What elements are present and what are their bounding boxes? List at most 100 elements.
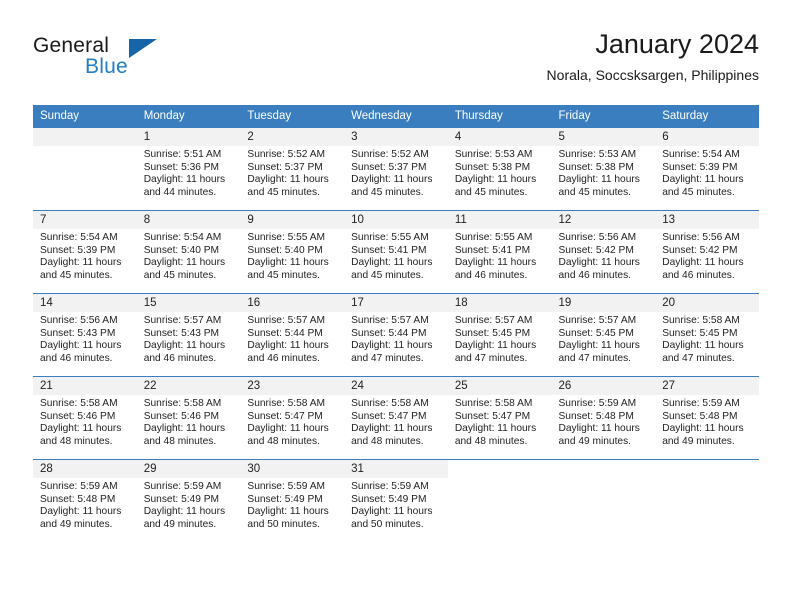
sunset-text: Sunset: 5:45 PM bbox=[558, 327, 634, 339]
day-cell-inner: 16 Sunrise: 5:57 AM Sunset: 5:44 PM Dayligh… bbox=[240, 294, 345, 376]
calendar-day-cell[interactable] bbox=[551, 459, 656, 542]
calendar-week-row: 1 Sunrise: 5:51 AM Sunset: 5:36 PM Daylight… bbox=[33, 127, 759, 211]
calendar-day-cell[interactable]: 24 Sunrise: 5:58 AM Sunset: 5:47 PM Dayligh… bbox=[344, 376, 448, 460]
sunrise-text: Sunrise: 5:55 AM bbox=[351, 232, 429, 243]
day-number: 31 bbox=[344, 460, 448, 478]
day-details: Sunrise: 5:54 AM Sunset: 5:39 PM Daylight:… bbox=[33, 229, 137, 282]
day-number: 21 bbox=[33, 377, 137, 395]
day-cell-inner: 28 Sunrise: 5:59 AM Sunset: 5:48 PM Dayligh… bbox=[33, 460, 137, 542]
calendar-day-cell[interactable] bbox=[655, 459, 759, 542]
calendar-week-row: 14 Sunrise: 5:56 AM Sunset: 5:43 PM Dayligh… bbox=[33, 293, 759, 377]
page-title: January 2024 bbox=[595, 29, 759, 59]
day-cell-inner: 1 Sunrise: 5:51 AM Sunset: 5:36 PM Daylight… bbox=[136, 128, 241, 210]
day-number: 28 bbox=[33, 460, 137, 478]
day-number: 15 bbox=[136, 294, 241, 312]
weekday-monday: Monday bbox=[136, 105, 241, 128]
sunset-text: Sunset: 5:45 PM bbox=[454, 327, 531, 339]
day-number: 13 bbox=[655, 211, 759, 229]
calendar-day-cell[interactable]: 28 Sunrise: 5:59 AM Sunset: 5:48 PM Dayligh… bbox=[33, 459, 137, 542]
daylight-text-line1: Daylight: 11 hours bbox=[454, 174, 537, 186]
calendar-day-cell[interactable]: 27 Sunrise: 5:59 AM Sunset: 5:48 PM Dayligh… bbox=[655, 376, 759, 460]
day-details: Sunrise: 5:53 AM Sunset: 5:38 PM Daylight:… bbox=[448, 146, 552, 199]
calendar-day-cell[interactable]: 2 Sunrise: 5:52 AM Sunset: 5:37 PM Daylight… bbox=[240, 127, 345, 211]
sunset-text: Sunset: 5:48 PM bbox=[558, 410, 634, 422]
sunrise-text: Sunrise: 5:56 AM bbox=[40, 315, 118, 326]
daylight-text-line2: and 45 minutes. bbox=[558, 186, 632, 198]
weekday-tuesday: Tuesday bbox=[240, 105, 345, 128]
calendar-day-cell[interactable]: 13 Sunrise: 5:56 AM Sunset: 5:42 PM Dayligh… bbox=[655, 210, 759, 294]
day-cell-inner: 7 Sunrise: 5:54 AM Sunset: 5:39 PM Daylight… bbox=[33, 211, 137, 293]
generalblue-logo[interactable]: General Blue bbox=[33, 34, 233, 86]
calendar-day-cell[interactable]: 19 Sunrise: 5:57 AM Sunset: 5:45 PM Dayligh… bbox=[551, 293, 656, 377]
daylight-text-line2: and 46 minutes. bbox=[143, 352, 217, 364]
calendar-day-cell[interactable]: 6 Sunrise: 5:54 AM Sunset: 5:39 PM Daylight… bbox=[655, 127, 759, 211]
calendar-day-cell[interactable]: 23 Sunrise: 5:58 AM Sunset: 5:47 PM Dayligh… bbox=[240, 376, 345, 460]
calendar-day-cell[interactable]: 1 Sunrise: 5:51 AM Sunset: 5:36 PM Daylight… bbox=[136, 127, 241, 211]
day-details: Sunrise: 5:59 AM Sunset: 5:49 PM Daylight:… bbox=[240, 478, 344, 531]
sunrise-text: Sunrise: 5:52 AM bbox=[247, 149, 325, 160]
daylight-text-line2: and 49 minutes. bbox=[662, 435, 735, 447]
calendar-day-cell[interactable]: 22 Sunrise: 5:58 AM Sunset: 5:46 PM Dayligh… bbox=[136, 376, 241, 460]
daylight-text-line1: Daylight: 11 hours bbox=[454, 340, 537, 352]
day-number: 29 bbox=[136, 460, 241, 478]
calendar-day-cell[interactable]: 12 Sunrise: 5:56 AM Sunset: 5:42 PM Dayligh… bbox=[551, 210, 656, 294]
calendar-day-cell[interactable]: 30 Sunrise: 5:59 AM Sunset: 5:49 PM Dayligh… bbox=[240, 459, 345, 542]
daylight-text-line2: and 46 minutes. bbox=[247, 352, 320, 364]
sunset-text: Sunset: 5:43 PM bbox=[40, 327, 116, 339]
day-details: Sunrise: 5:54 AM Sunset: 5:39 PM Daylight:… bbox=[655, 146, 759, 199]
daylight-text-line2: and 50 minutes. bbox=[351, 518, 424, 530]
calendar-day-cell[interactable] bbox=[447, 459, 552, 542]
sunset-text: Sunset: 5:45 PM bbox=[662, 327, 738, 339]
weekday-friday: Friday bbox=[551, 105, 656, 128]
calendar-day-cell[interactable]: 17 Sunrise: 5:57 AM Sunset: 5:44 PM Dayligh… bbox=[344, 293, 448, 377]
calendar-day-cell[interactable]: 31 Sunrise: 5:59 AM Sunset: 5:49 PM Dayligh… bbox=[344, 459, 448, 542]
calendar-day-cell[interactable]: 11 Sunrise: 5:55 AM Sunset: 5:41 PM Dayligh… bbox=[447, 210, 552, 294]
daylight-text-line2: and 45 minutes. bbox=[662, 186, 735, 198]
daylight-text-line1: Daylight: 11 hours bbox=[40, 506, 122, 518]
calendar-day-cell[interactable]: 14 Sunrise: 5:56 AM Sunset: 5:43 PM Dayligh… bbox=[33, 293, 137, 377]
calendar-day-cell[interactable]: 4 Sunrise: 5:53 AM Sunset: 5:38 PM Daylight… bbox=[447, 127, 552, 211]
calendar-day-cell[interactable]: 7 Sunrise: 5:54 AM Sunset: 5:39 PM Daylight… bbox=[33, 210, 137, 294]
calendar-day-cell[interactable]: 18 Sunrise: 5:57 AM Sunset: 5:45 PM Dayligh… bbox=[447, 293, 552, 377]
calendar-day-cell[interactable]: 26 Sunrise: 5:59 AM Sunset: 5:48 PM Dayligh… bbox=[551, 376, 656, 460]
calendar-day-cell[interactable]: 8 Sunrise: 5:54 AM Sunset: 5:40 PM Daylight… bbox=[136, 210, 241, 294]
calendar-day-cell[interactable]: 10 Sunrise: 5:55 AM Sunset: 5:41 PM Dayligh… bbox=[344, 210, 448, 294]
calendar-day-cell[interactable]: 25 Sunrise: 5:58 AM Sunset: 5:47 PM Dayligh… bbox=[447, 376, 552, 460]
calendar-day-cell[interactable]: 29 Sunrise: 5:59 AM Sunset: 5:49 PM Dayligh… bbox=[136, 459, 241, 542]
daylight-text-line2: and 45 minutes. bbox=[143, 269, 217, 281]
day-number: 18 bbox=[447, 294, 552, 312]
day-cell-inner: 13 Sunrise: 5:56 AM Sunset: 5:42 PM Dayligh… bbox=[655, 211, 759, 293]
sunrise-text: Sunrise: 5:58 AM bbox=[662, 315, 740, 326]
sunrise-text: Sunrise: 5:59 AM bbox=[351, 481, 429, 492]
calendar-day-cell[interactable]: 20 Sunrise: 5:58 AM Sunset: 5:45 PM Dayligh… bbox=[655, 293, 759, 377]
day-details: Sunrise: 5:55 AM Sunset: 5:41 PM Daylight:… bbox=[448, 229, 552, 282]
sunset-text: Sunset: 5:49 PM bbox=[351, 493, 427, 505]
sunrise-text: Sunrise: 5:53 AM bbox=[454, 149, 533, 160]
daylight-text-line1: Daylight: 11 hours bbox=[558, 257, 640, 269]
daylight-text-line1: Daylight: 11 hours bbox=[351, 423, 433, 435]
day-number: 7 bbox=[33, 211, 137, 229]
sunset-text: Sunset: 5:47 PM bbox=[454, 410, 531, 422]
calendar-day-cell[interactable]: 3 Sunrise: 5:52 AM Sunset: 5:37 PM Daylight… bbox=[344, 127, 448, 211]
sunrise-text: Sunrise: 5:54 AM bbox=[40, 232, 118, 243]
day-number: 4 bbox=[447, 128, 552, 146]
day-cell-inner: 11 Sunrise: 5:55 AM Sunset: 5:41 PM Dayligh… bbox=[447, 211, 552, 293]
day-cell-inner bbox=[447, 460, 552, 542]
day-number: 17 bbox=[344, 294, 448, 312]
day-number: 10 bbox=[344, 211, 448, 229]
calendar-day-cell[interactable] bbox=[33, 127, 137, 211]
calendar-day-cell[interactable]: 21 Sunrise: 5:58 AM Sunset: 5:46 PM Dayligh… bbox=[33, 376, 137, 460]
calendar-day-cell[interactable]: 9 Sunrise: 5:55 AM Sunset: 5:40 PM Daylight… bbox=[240, 210, 345, 294]
day-cell-inner: 26 Sunrise: 5:59 AM Sunset: 5:48 PM Dayligh… bbox=[551, 377, 656, 459]
day-cell-inner bbox=[655, 460, 759, 542]
calendar-day-cell[interactable]: 15 Sunrise: 5:57 AM Sunset: 5:43 PM Dayligh… bbox=[136, 293, 241, 377]
calendar-week-row: 21 Sunrise: 5:58 AM Sunset: 5:46 PM Dayligh… bbox=[33, 376, 759, 460]
daylight-text-line1: Daylight: 11 hours bbox=[351, 174, 433, 186]
sunrise-text: Sunrise: 5:55 AM bbox=[454, 232, 533, 243]
calendar-day-cell[interactable]: 5 Sunrise: 5:53 AM Sunset: 5:38 PM Daylight… bbox=[551, 127, 656, 211]
day-number bbox=[655, 460, 759, 478]
sunrise-text: Sunrise: 5:58 AM bbox=[454, 398, 533, 409]
day-number: 23 bbox=[240, 377, 345, 395]
calendar-day-cell[interactable]: 16 Sunrise: 5:57 AM Sunset: 5:44 PM Dayligh… bbox=[240, 293, 345, 377]
weekday-header: Sunday Monday Tuesday Wednesday Thursday… bbox=[33, 105, 759, 128]
